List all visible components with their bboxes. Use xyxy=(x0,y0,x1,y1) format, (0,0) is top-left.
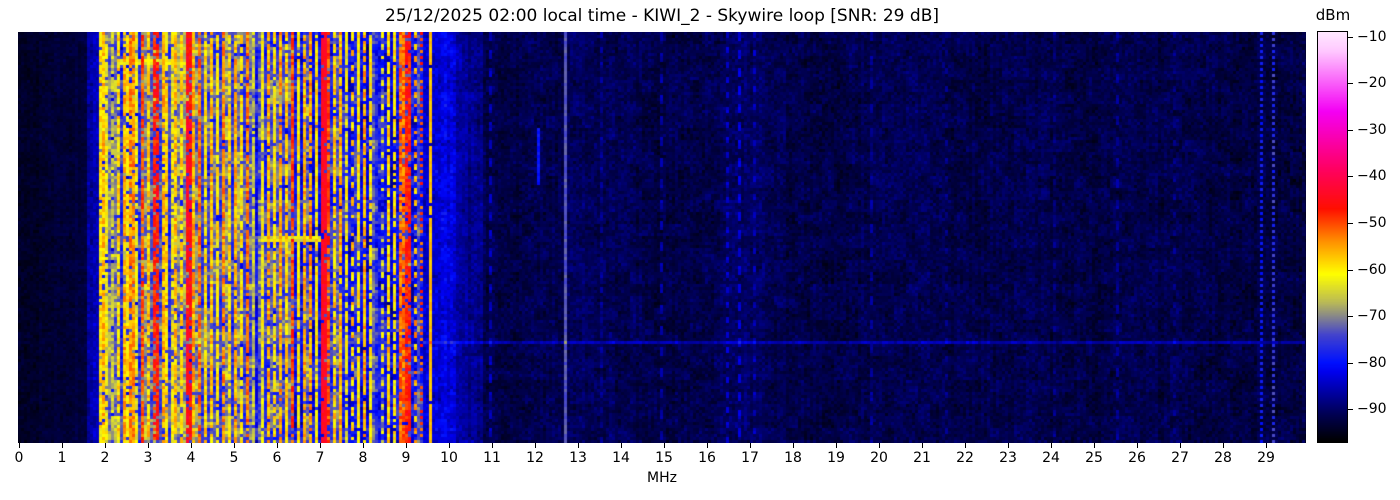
x-tick-label: 16 xyxy=(698,450,716,466)
x-tick xyxy=(1051,443,1052,448)
colorbar-tick xyxy=(1348,223,1353,225)
x-tick xyxy=(320,443,321,448)
x-tick xyxy=(277,443,278,448)
x-tick xyxy=(449,443,450,448)
x-tick xyxy=(535,443,536,448)
x-axis-label: MHz xyxy=(647,470,677,486)
x-tick-label: 24 xyxy=(1042,450,1060,466)
x-tick-label: 11 xyxy=(483,450,501,466)
x-tick xyxy=(836,443,837,448)
x-tick-label: 23 xyxy=(999,450,1017,466)
x-tick-label: 2 xyxy=(100,450,110,466)
x-tick xyxy=(879,443,880,448)
x-tick xyxy=(1266,443,1267,448)
x-tick xyxy=(1008,443,1009,448)
x-tick-label: 10 xyxy=(440,450,458,466)
x-tick-label: 28 xyxy=(1214,450,1232,466)
x-tick-label: 7 xyxy=(315,450,325,466)
x-tick-label: 3 xyxy=(143,450,153,466)
colorbar-tick xyxy=(1348,176,1353,178)
x-tick xyxy=(1137,443,1138,448)
spectrogram-canvas xyxy=(18,32,1306,443)
x-tick-label: 1 xyxy=(57,450,67,466)
x-tick-label: 8 xyxy=(358,450,368,466)
colorbar-tick-label: −30 xyxy=(1357,121,1387,138)
x-tick-label: 22 xyxy=(956,450,974,466)
x-tick-label: 19 xyxy=(827,450,845,466)
colorbar-tick-label: −50 xyxy=(1357,215,1387,232)
colorbar-tick-label: −60 xyxy=(1357,261,1387,278)
x-tick xyxy=(191,443,192,448)
colorbar-tick xyxy=(1348,409,1353,411)
x-tick-label: 5 xyxy=(229,450,239,466)
x-tick-label: 4 xyxy=(186,450,196,466)
colorbar-tick-label: −10 xyxy=(1357,28,1387,45)
x-tick xyxy=(62,443,63,448)
colorbar-tick-label: −90 xyxy=(1357,401,1387,418)
colorbar-canvas xyxy=(1317,31,1348,443)
colorbar-tick-label: −70 xyxy=(1357,308,1387,325)
x-tick-label: 13 xyxy=(569,450,587,466)
colorbar-tick xyxy=(1348,36,1353,38)
x-tick xyxy=(922,443,923,448)
x-tick xyxy=(19,443,20,448)
x-tick-label: 0 xyxy=(14,450,24,466)
x-tick-label: 17 xyxy=(741,450,759,466)
chart-title: 25/12/2025 02:00 local time - KIWI_2 - S… xyxy=(385,6,939,26)
x-tick-label: 27 xyxy=(1171,450,1189,466)
colorbar-tick xyxy=(1348,362,1353,364)
x-tick xyxy=(406,443,407,448)
x-tick xyxy=(621,443,622,448)
x-tick xyxy=(148,443,149,448)
x-tick xyxy=(1223,443,1224,448)
x-tick xyxy=(492,443,493,448)
x-tick xyxy=(1094,443,1095,448)
colorbar-tick xyxy=(1348,129,1353,131)
x-tick-label: 25 xyxy=(1085,450,1103,466)
x-tick xyxy=(578,443,579,448)
colorbar-tick-label: −40 xyxy=(1357,168,1387,185)
x-tick xyxy=(1180,443,1181,448)
colorbar-tick xyxy=(1348,83,1353,85)
colorbar-tick-label: −20 xyxy=(1357,75,1387,92)
x-tick-label: 18 xyxy=(784,450,802,466)
x-tick xyxy=(793,443,794,448)
x-tick xyxy=(750,443,751,448)
x-tick-label: 26 xyxy=(1128,450,1146,466)
colorbar-tick xyxy=(1348,269,1353,271)
x-tick-label: 9 xyxy=(401,450,411,466)
colorbar-label: dBm xyxy=(1315,6,1351,24)
x-tick xyxy=(664,443,665,448)
x-tick xyxy=(707,443,708,448)
waterfall-figure: 25/12/2025 02:00 local time - KIWI_2 - S… xyxy=(0,0,1400,500)
colorbar-tick-label: −80 xyxy=(1357,354,1387,371)
colorbar-tick xyxy=(1348,316,1353,318)
x-tick-label: 20 xyxy=(870,450,888,466)
x-tick-label: 14 xyxy=(612,450,630,466)
x-tick-label: 6 xyxy=(272,450,282,466)
x-tick xyxy=(965,443,966,448)
x-tick xyxy=(234,443,235,448)
x-tick-label: 21 xyxy=(913,450,931,466)
x-tick xyxy=(363,443,364,448)
x-tick-label: 29 xyxy=(1257,450,1275,466)
x-tick-label: 12 xyxy=(526,450,544,466)
x-tick xyxy=(105,443,106,448)
x-tick-label: 15 xyxy=(655,450,673,466)
